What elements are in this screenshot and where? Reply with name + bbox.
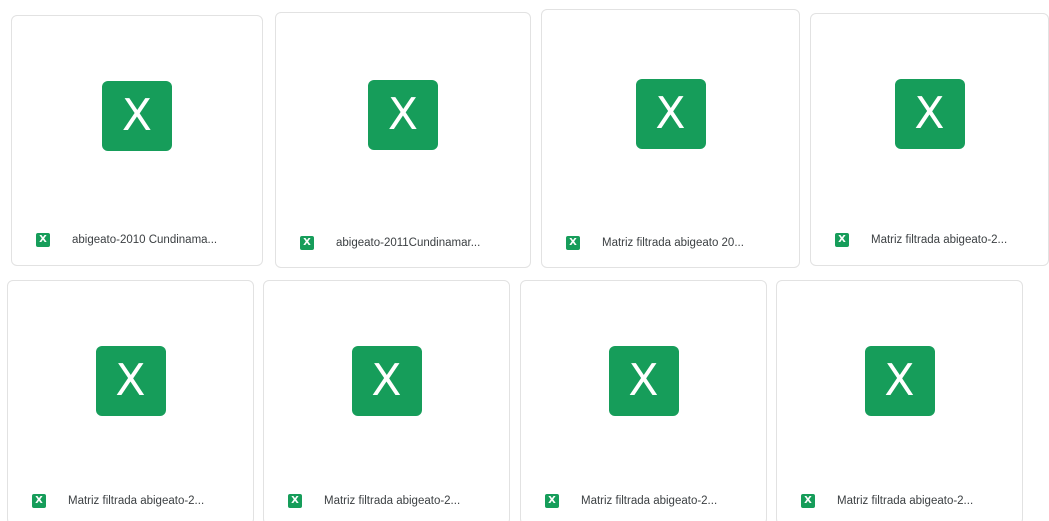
file-footer: X Matriz filtrada abigeato-2... [811, 229, 1048, 251]
file-preview: X [276, 13, 530, 216]
file-footer: X Matriz filtrada abigeato-2... [8, 490, 253, 512]
excel-small-icon: X [835, 233, 849, 247]
file-preview: X [777, 281, 1022, 481]
excel-small-icon: X [36, 233, 50, 247]
file-footer: X abigeato-2010 Cundinama... [12, 229, 262, 251]
excel-file-icon: X [351, 346, 422, 416]
excel-small-icon: X [300, 236, 314, 250]
file-preview: X [542, 10, 799, 217]
file-card[interactable]: X X Matriz filtrada abigeato 20... [541, 9, 800, 268]
file-card[interactable]: X X Matriz filtrada abigeato-2... [263, 280, 510, 521]
file-footer: X abigeato-2011Cundinamar... [276, 232, 530, 254]
file-name: Matriz filtrada abigeato-2... [837, 495, 974, 507]
file-name: Matriz filtrada abigeato-2... [871, 234, 1008, 246]
file-footer: X Matriz filtrada abigeato-2... [521, 490, 766, 512]
file-card[interactable]: X X Matriz filtrada abigeato-2... [7, 280, 254, 521]
file-footer: X Matriz filtrada abigeato 20... [542, 232, 799, 254]
excel-file-icon: X [608, 346, 679, 416]
file-footer: X Matriz filtrada abigeato-2... [264, 490, 509, 512]
file-preview: X [12, 16, 262, 216]
excel-small-icon: X [566, 236, 580, 250]
file-name: abigeato-2011Cundinamar... [336, 237, 481, 249]
excel-file-icon: X [635, 78, 706, 149]
excel-file-icon: X [864, 346, 935, 416]
excel-small-icon: X [288, 494, 302, 508]
file-card[interactable]: X X Matriz filtrada abigeato-2... [810, 13, 1049, 266]
file-card[interactable]: X X Matriz filtrada abigeato-2... [776, 280, 1023, 521]
excel-small-icon: X [801, 494, 815, 508]
file-grid: X X abigeato-2010 Cundinama... X X abige… [0, 0, 1049, 521]
file-name: Matriz filtrada abigeato-2... [68, 495, 205, 507]
file-preview: X [264, 281, 509, 481]
excel-file-icon: X [95, 346, 166, 416]
file-card[interactable]: X X Matriz filtrada abigeato-2... [520, 280, 767, 521]
file-card[interactable]: X X abigeato-2011Cundinamar... [275, 12, 531, 268]
excel-file-icon: X [102, 81, 172, 151]
excel-file-icon: X [894, 79, 965, 149]
excel-small-icon: X [545, 494, 559, 508]
excel-file-icon: X [368, 79, 438, 150]
file-card[interactable]: X X abigeato-2010 Cundinama... [11, 15, 263, 266]
excel-small-icon: X [32, 494, 46, 508]
file-name: Matriz filtrada abigeato-2... [324, 495, 461, 507]
file-name: abigeato-2010 Cundinama... [72, 234, 218, 246]
file-preview: X [8, 281, 253, 481]
file-preview: X [521, 281, 766, 481]
file-preview: X [811, 14, 1048, 214]
file-footer: X Matriz filtrada abigeato-2... [777, 490, 1022, 512]
file-name: Matriz filtrada abigeato 20... [602, 237, 744, 249]
file-name: Matriz filtrada abigeato-2... [581, 495, 718, 507]
